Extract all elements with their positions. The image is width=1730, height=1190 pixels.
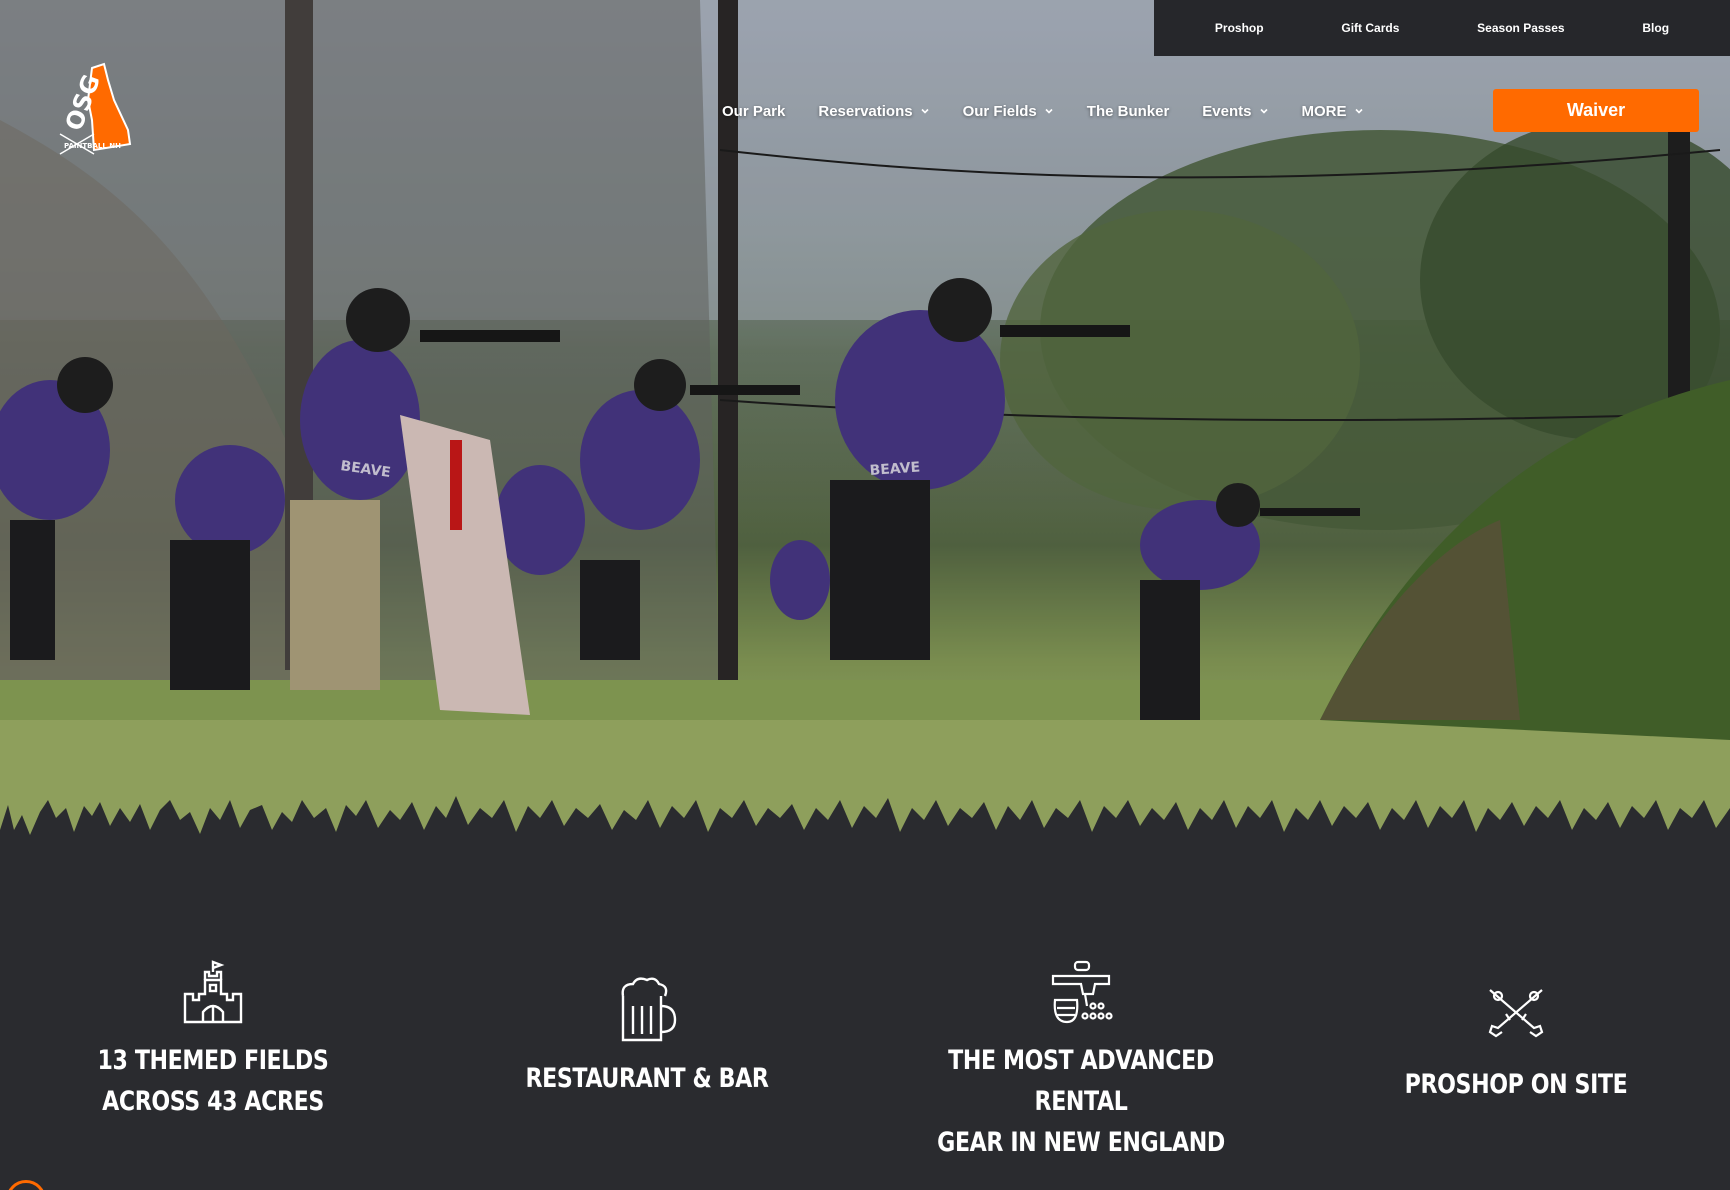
chevron-down-icon — [1354, 108, 1363, 114]
nav-item-label: MORE — [1301, 102, 1347, 120]
nav-item-label: Our Fields — [962, 102, 1037, 120]
nav-item-label: The Bunker — [1086, 102, 1170, 120]
crossed-markers-icon — [1488, 989, 1544, 1038]
feature-title: 13 THEMED FIELDS ACROSS 43 ACRES — [97, 1045, 329, 1117]
waiver-button[interactable]: Waiver — [1493, 89, 1699, 132]
nav-item-label: Our Park — [722, 102, 786, 120]
main-nav: Our Park Reservations Our Fields The Bun… — [722, 96, 1397, 126]
hero-background-image: BEAVE BEAVE — [0, 0, 1730, 880]
osg-logo-icon: OSG PAINTBALL NH — [59, 62, 132, 155]
chevron-down-icon — [1259, 108, 1268, 114]
util-link-proshop[interactable]: Proshop — [1215, 21, 1264, 35]
nav-item-more[interactable]: MORE — [1302, 103, 1364, 120]
feature-title: PROSHOP ON SITE — [1404, 1069, 1628, 1100]
feature-title: THE MOST ADVANCED RENTAL GEAR IN NEW ENG… — [937, 1045, 1225, 1158]
hero-section: BEAVE BEAVE Proshop Gift Cards Season Pa… — [0, 0, 1730, 880]
util-link-gift-cards[interactable]: Gift Cards — [1341, 21, 1399, 35]
nav-item-our-fields[interactable]: Our Fields — [963, 103, 1054, 120]
feature-restaurant-bar: RESTAURANT & BAR — [447, 976, 847, 1099]
util-link-blog[interactable]: Blog — [1642, 21, 1669, 35]
util-link-season-passes[interactable]: Season Passes — [1477, 21, 1564, 35]
feature-proshop: PROSHOP ON SITE — [1316, 984, 1716, 1105]
nav-item-reservations[interactable]: Reservations — [818, 103, 929, 120]
chevron-down-icon — [921, 108, 929, 114]
site-logo[interactable]: OSG PAINTBALL NH — [54, 60, 142, 160]
features-section: 13 THEMED FIELDS ACROSS 43 ACRES RESTAUR… — [0, 880, 1730, 1190]
nav-item-label: Reservations — [818, 102, 913, 120]
feature-themed-fields: 13 THEMED FIELDS ACROSS 43 ACRES — [13, 960, 413, 1122]
nav-item-label: Events — [1202, 102, 1252, 120]
rental-gear-icon — [1051, 960, 1113, 1024]
nav-item-the-bunker[interactable]: The Bunker — [1087, 103, 1170, 120]
feature-rental-gear: THE MOST ADVANCED RENTAL GEAR IN NEW ENG… — [881, 960, 1281, 1163]
castle-icon — [183, 960, 243, 1024]
nav-item-events[interactable]: Events — [1202, 103, 1268, 120]
utility-nav: Proshop Gift Cards Season Passes Blog — [1154, 0, 1730, 56]
feature-title: RESTAURANT & BAR — [525, 1063, 769, 1094]
chevron-down-icon — [1045, 108, 1053, 114]
beer-mug-icon — [621, 977, 677, 1042]
nav-item-our-park[interactable]: Our Park — [722, 103, 785, 120]
